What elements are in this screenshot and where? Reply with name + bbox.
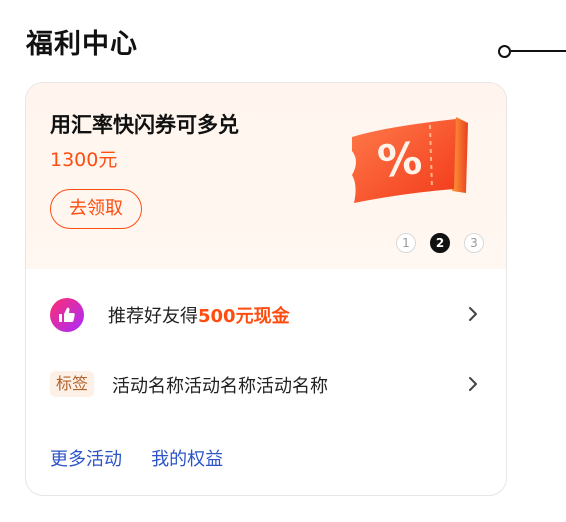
thumbs-up-icon <box>50 298 84 332</box>
banner-title: 用汇率快闪券可多兑 <box>50 113 239 137</box>
connector-dot <box>498 45 511 58</box>
pager-dot-1[interactable]: 1 <box>396 233 416 253</box>
more-activities-link[interactable]: 更多活动 <box>50 445 122 471</box>
coupon-ticket-icon: % <box>352 117 468 203</box>
referral-row[interactable]: 推荐好友得500元现金 <box>26 287 506 343</box>
benefits-card: 用汇率快闪券可多兑 1300元 去领取 % 1 2 3 推荐好友得500元现金 … <box>25 82 507 496</box>
connector-line <box>511 50 566 52</box>
pager-dot-2[interactable]: 2 <box>430 233 450 253</box>
referral-reward: 500元现金 <box>198 306 290 327</box>
bottom-links: 更多活动 我的权益 <box>50 445 247 471</box>
promo-banner[interactable]: 用汇率快闪券可多兑 1300元 去领取 % 1 2 3 <box>26 83 506 269</box>
banner-amount: 1300元 <box>50 149 118 171</box>
activity-title: 活动名称活动名称活动名称 <box>112 376 328 397</box>
my-rights-link[interactable]: 我的权益 <box>151 445 223 471</box>
activity-tag: 标签 <box>50 371 95 397</box>
activity-row[interactable]: 标签 活动名称活动名称活动名称 <box>26 357 506 413</box>
pager-dot-3[interactable]: 3 <box>464 233 484 253</box>
section-title: 福利中心 <box>26 29 138 60</box>
referral-prefix: 推荐好友得 <box>108 306 198 327</box>
claim-button[interactable]: 去领取 <box>50 189 142 229</box>
referral-text: 推荐好友得500元现金 <box>108 302 290 328</box>
connector-decoration <box>498 44 566 58</box>
chevron-right-icon <box>469 307 477 321</box>
chevron-right-icon <box>469 377 477 391</box>
ticket-symbol: % <box>375 133 424 188</box>
